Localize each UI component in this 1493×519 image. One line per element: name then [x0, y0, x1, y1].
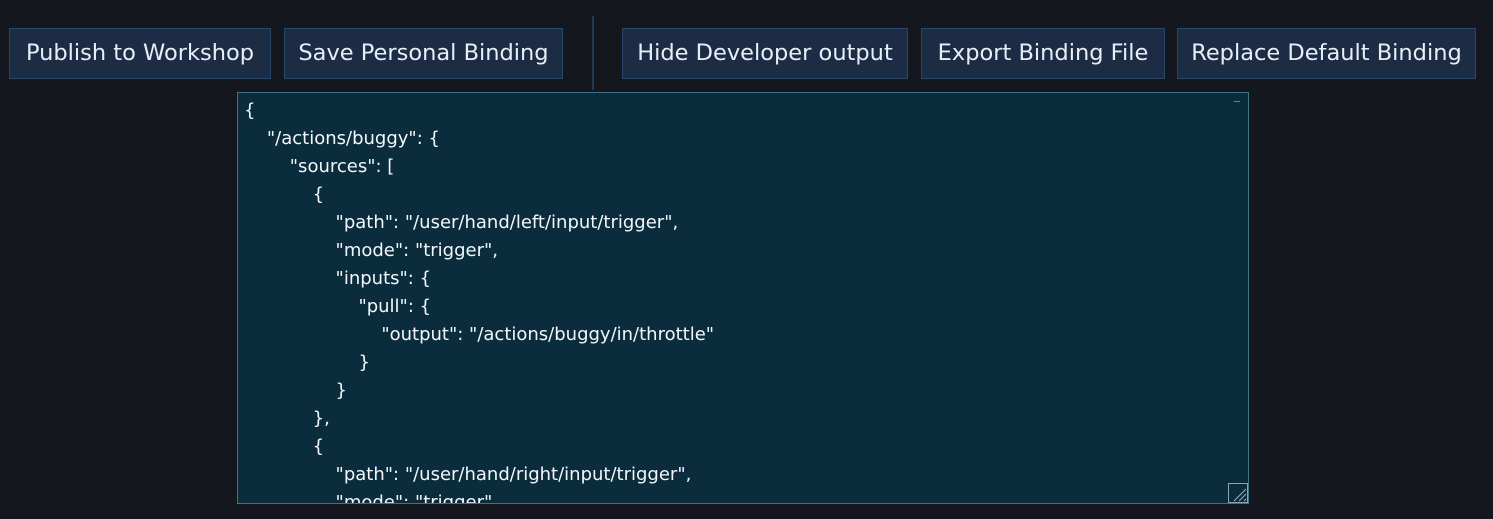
code-line: "mode": "trigger", [244, 240, 499, 261]
code-line: "output": "/actions/buggy/in/throttle" [244, 324, 715, 345]
code-line: { [244, 436, 325, 457]
editor-scroll-indicator-icon: _ [1234, 92, 1240, 102]
replace-default-binding-button[interactable]: Replace Default Binding [1177, 28, 1476, 79]
publish-to-workshop-button[interactable]: Publish to Workshop [9, 28, 271, 79]
export-binding-file-button[interactable]: Export Binding File [921, 28, 1165, 79]
code-line: "path": "/user/hand/left/input/trigger", [244, 212, 679, 233]
code-line: "/actions/buggy": { [244, 128, 440, 149]
code-line: } [244, 352, 370, 373]
code-line: "pull": { [244, 296, 432, 317]
resize-grip-icon[interactable] [1228, 483, 1248, 503]
code-line: { [244, 184, 325, 205]
code-line: { [244, 100, 256, 121]
code-line: } [244, 380, 347, 401]
code-line: "mode": "trigger", [244, 492, 499, 504]
binding-json-editor[interactable]: { "/actions/buggy": { "sources": [ { "pa… [237, 92, 1249, 504]
json-code-text[interactable]: { "/actions/buggy": { "sources": [ { "pa… [238, 93, 1248, 504]
hide-developer-output-button[interactable]: Hide Developer output [622, 28, 908, 79]
code-line: "inputs": { [244, 268, 432, 289]
code-line: "sources": [ [244, 156, 395, 177]
code-line: "path": "/user/hand/right/input/trigger"… [244, 464, 692, 485]
code-line: }, [244, 408, 330, 429]
toolbar-divider [592, 16, 594, 90]
save-personal-binding-button[interactable]: Save Personal Binding [284, 28, 563, 79]
